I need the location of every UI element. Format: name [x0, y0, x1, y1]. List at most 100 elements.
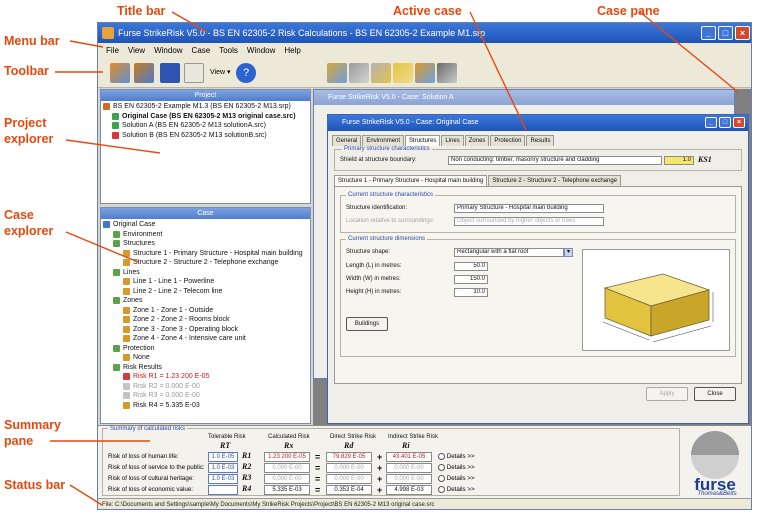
tree-node-icon	[123, 325, 130, 333]
case-tree-item[interactable]: Original Case	[103, 220, 308, 230]
project-case-original[interactable]: Original Case (BS EN 62305-2 M13 origina…	[103, 112, 308, 122]
ident-input[interactable]: Primary Structure - Hospital main buildi…	[454, 204, 604, 213]
menu-window[interactable]: Window	[154, 43, 182, 58]
summary-row-label: Risk of loss of service to the public:	[108, 464, 205, 471]
new-project-icon[interactable]	[110, 63, 130, 83]
case-tree-item[interactable]: Line 1 - Line 1 - Powerline	[103, 277, 308, 287]
tree-node-icon	[123, 401, 130, 409]
tab-lines[interactable]: Lines	[441, 135, 464, 146]
case-tree-item[interactable]: Zone 4 - Zone 4 - Intensive care unit	[103, 334, 308, 344]
equals-sign: =	[315, 463, 321, 473]
tab-results[interactable]: Results	[526, 135, 555, 146]
close-icon[interactable]: ×	[735, 26, 750, 40]
case-results-icon[interactable]	[415, 63, 435, 83]
minimize-icon[interactable]: _	[701, 26, 716, 40]
width-input[interactable]: 150.0	[454, 275, 488, 284]
menu-case[interactable]: Case	[192, 43, 211, 58]
location-select[interactable]: Object surrounded by higher objects or t…	[454, 217, 604, 226]
direct-strike-value: 79.829 E-05	[326, 452, 372, 462]
maximize-icon[interactable]: □	[718, 26, 733, 40]
figure: Title bar Active case Case pane Menu bar…	[0, 0, 757, 515]
tree-label: Original Case (BS EN 62305-2 M13 origina…	[122, 112, 296, 120]
case-protection-icon[interactable]	[393, 63, 413, 83]
case-tree-item[interactable]: Risk R1 = 1.23 200 E-05	[103, 372, 308, 382]
indirect-strike-value: 0.000 E-00	[386, 463, 432, 473]
indirect-strike-value: 43.401 E-05	[386, 452, 432, 462]
tree-label: Zone 4 - Zone 4 - Intensive care unit	[133, 335, 246, 342]
save-icon[interactable]	[160, 63, 180, 83]
close-button[interactable]: Close	[694, 387, 736, 401]
case-tree-item[interactable]: Zone 2 - Zone 2 - Rooms block	[103, 315, 308, 325]
window-title: Furse StrikeRisk V5.0 - BS EN 62305-2 Ri…	[118, 28, 486, 38]
subtab-structure-1[interactable]: Structure 1 - Primary Structure - Hospit…	[334, 175, 488, 186]
details-radio[interactable]: Details >>	[438, 452, 475, 462]
location-label: Location relative to surroundings:	[346, 218, 435, 224]
tree-node-icon	[123, 392, 130, 400]
case-lines-icon[interactable]	[349, 63, 369, 83]
tree-node-icon	[113, 363, 120, 371]
details-radio[interactable]: Details >>	[438, 474, 475, 484]
tab-protection[interactable]: Protection	[490, 135, 526, 146]
case-tree-item[interactable]: Lines	[103, 268, 308, 278]
apply-button[interactable]: Apply	[646, 387, 688, 401]
case-tree-item[interactable]: Risk R2 = 0.000 E-00	[103, 382, 308, 392]
project-case-solution-b[interactable]: Solution B (BS EN 62305-2 M13 solutionB.…	[103, 131, 308, 141]
tree-node-icon	[113, 230, 120, 238]
case-zones-icon[interactable]	[371, 63, 391, 83]
case-tree-item[interactable]: Structure 1 - Primary Structure - Hospit…	[103, 249, 308, 259]
menu-bar: File View Window Case Tools Window Help	[98, 43, 751, 58]
case-calc-icon[interactable]	[437, 63, 457, 83]
project-case-solution-a[interactable]: Solution A (BS EN 62305-2 M13 solutionA.…	[103, 121, 308, 131]
menu-tools[interactable]: Tools	[219, 43, 238, 58]
tolerable-risk-value	[208, 485, 238, 495]
help-icon[interactable]: ?	[236, 63, 256, 83]
shape-select[interactable]: Rectangular with a flat roof	[454, 248, 564, 257]
structure-preview	[582, 249, 730, 351]
case-tree-item[interactable]: Risk R4 = 5.335 E-03	[103, 401, 308, 411]
menu-file[interactable]: File	[106, 43, 119, 58]
print-icon[interactable]	[184, 63, 204, 83]
case-tree-item[interactable]: Structure 2 - Structure 2 - Telephone ex…	[103, 258, 308, 268]
case-structure-icon[interactable]	[327, 63, 347, 83]
callout-summary-pane-1: Summary	[4, 418, 61, 432]
close-icon[interactable]: ×	[733, 117, 745, 128]
case-tree-item[interactable]: Risk Results	[103, 363, 308, 373]
case-tree-item[interactable]: Zone 3 - Zone 3 - Operating block	[103, 325, 308, 335]
length-input[interactable]: 50.0	[454, 262, 488, 271]
menu-view[interactable]: View	[128, 43, 145, 58]
chevron-down-icon[interactable]: ▾	[564, 248, 573, 257]
menu-help[interactable]: Help	[284, 43, 300, 58]
tab-structures[interactable]: Structures	[405, 135, 441, 146]
case-window-front-title: Furse StrikeRisk V5.0 - Case: Original C…	[342, 119, 479, 126]
view-dropdown[interactable]: View ▾	[210, 68, 231, 76]
case-tree-item[interactable]: Structures	[103, 239, 308, 249]
case-tree-item[interactable]: None	[103, 353, 308, 363]
open-project-icon[interactable]	[134, 63, 154, 83]
case-tree-item[interactable]: Zones	[103, 296, 308, 306]
tolerable-risk-value: 1.0 E-03	[208, 474, 238, 484]
subtab-structure-2[interactable]: Structure 2 - Structure 2 - Telephone ex…	[488, 175, 622, 186]
case-tree-item[interactable]: Line 2 - Line 2 - Telecom line	[103, 287, 308, 297]
tolerable-risk-value: 1.0 E-03	[208, 463, 238, 473]
tab-zones[interactable]: Zones	[464, 135, 490, 146]
maximize-icon[interactable]: □	[719, 117, 731, 128]
project-root[interactable]: BS EN 62305-2 Example M1.3 (BS EN 62305-…	[103, 102, 308, 112]
details-radio[interactable]: Details >>	[438, 485, 475, 495]
tree-node-icon	[113, 297, 120, 305]
case-tree-item[interactable]: Protection	[103, 344, 308, 354]
tab-general[interactable]: General	[332, 135, 362, 146]
minimize-icon[interactable]: _	[705, 117, 717, 128]
menu-window-2[interactable]: Window	[247, 43, 275, 58]
buildings-button[interactable]: Buildings	[346, 317, 388, 331]
case-tree-item[interactable]: Zone 1 - Zone 1 - Outside	[103, 306, 308, 316]
tree-label: Risk R1 = 1.23 200 E-05	[133, 373, 210, 380]
boundary-select[interactable]: Non conducting: timber, masonry structur…	[448, 156, 662, 165]
details-radio[interactable]: Details >>	[438, 463, 475, 473]
case-tree-item[interactable]: Environment	[103, 230, 308, 240]
tree-label: Lines	[123, 268, 140, 276]
project-icon	[103, 103, 110, 111]
case-tree-item[interactable]: Risk R3 = 0.000 E-00	[103, 391, 308, 401]
case-explorer: Case Original Case Environment Structures S…	[100, 207, 311, 424]
height-input[interactable]: 10.0	[454, 288, 488, 297]
tab-environment[interactable]: Environment	[362, 135, 405, 146]
